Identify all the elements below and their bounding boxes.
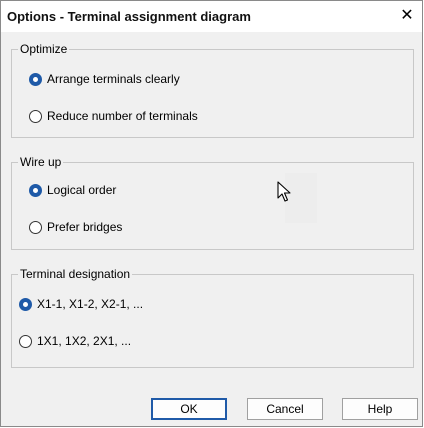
radio-unchecked-icon[interactable] [19,334,32,348]
group-wire-up: Wire up [11,155,414,250]
group-wire-up-legend: Wire up [18,155,64,169]
radio-label: Arrange terminals clearly [47,72,180,86]
close-icon[interactable]: ✕ [396,5,418,27]
radio-designation-1x1[interactable]: 1X1, 1X2, 2X1, ... [19,334,131,348]
mouse-pointer-icon [277,181,291,202]
group-terminal-designation-legend: Terminal designation [18,267,133,281]
radio-checked-icon[interactable] [19,297,32,311]
group-optimize-legend: Optimize [18,42,70,56]
group-terminal-designation: Terminal designation [11,267,414,368]
radio-label: X1-1, X1-2, X2-1, ... [37,297,144,311]
radio-arrange-terminals-clearly[interactable]: Arrange terminals clearly [29,72,180,86]
radio-prefer-bridges[interactable]: Prefer bridges [29,220,122,234]
radio-label: Reduce number of terminals [47,109,198,123]
radio-label: 1X1, 1X2, 2X1, ... [37,334,132,348]
radio-checked-icon[interactable] [29,183,42,197]
cancel-button[interactable]: Cancel [247,398,323,420]
radio-logical-order[interactable]: Logical order [29,183,116,197]
group-optimize: Optimize [11,42,414,138]
options-dialog: Options - Terminal assignment diagram ✕ … [0,0,423,427]
dialog-title: Options - Terminal assignment diagram [7,9,251,24]
radio-unchecked-icon[interactable] [29,109,42,123]
radio-label: Logical order [47,183,117,197]
radio-checked-icon[interactable] [29,72,42,86]
help-button[interactable]: Help [342,398,418,420]
radio-label: Prefer bridges [47,220,123,234]
ok-button[interactable]: OK [151,398,227,420]
radio-unchecked-icon[interactable] [29,220,42,234]
title-bar: Options - Terminal assignment diagram ✕ [1,1,422,32]
radio-reduce-number-of-terminals[interactable]: Reduce number of terminals [29,109,198,123]
radio-designation-x1-1[interactable]: X1-1, X1-2, X2-1, ... [19,297,143,311]
